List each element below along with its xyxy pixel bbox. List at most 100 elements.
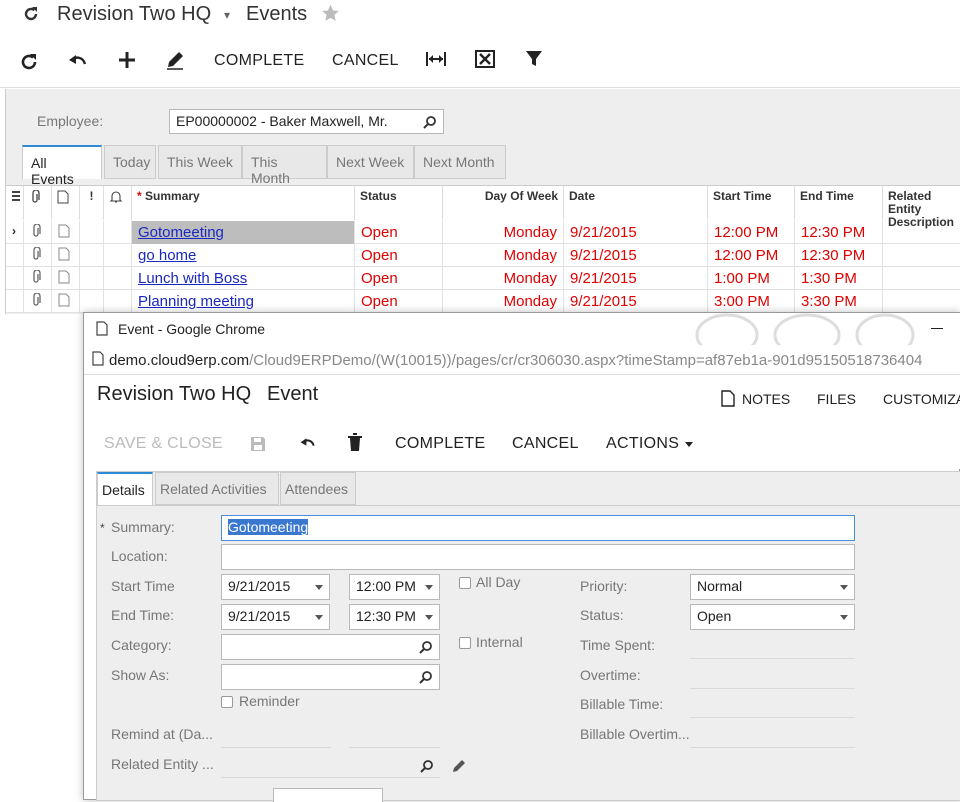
attachment-cell[interactable] [24,221,52,244]
row-selector[interactable] [6,290,24,313]
notes-cell[interactable] [52,290,80,313]
tab-next-week[interactable]: Next Week [327,145,414,179]
refresh-icon[interactable] [18,51,40,73]
table-row[interactable]: go home Open Monday 9/21/2015 12:00 PM 12:30 … [6,244,960,267]
priority-select[interactable]: Normal [690,574,855,600]
events-page: Employee: EP00000002 - Baker Maxwell, Mr… [5,89,960,314]
tab-all-events[interactable]: All Events [22,145,102,187]
undo-icon[interactable] [298,435,318,453]
complete-button[interactable]: COMPLETE [395,435,485,453]
note-icon [58,293,70,307]
date-cell-text: 9/21/2015 [570,247,637,264]
add-icon[interactable] [116,49,138,71]
tab-related-activities[interactable]: Related Activities [155,472,279,505]
summary-cell[interactable]: Gotomeeting [132,221,355,244]
fit-to-screen-icon[interactable] [425,48,447,70]
minimize-icon[interactable] [931,328,943,329]
tab-details[interactable]: Details [97,472,153,505]
start-time-header[interactable]: Start Time [708,186,795,220]
table-row[interactable]: › Gotomeeting Open Monday 9/21/2015 12:00 PM 1… [6,221,960,244]
tab-label: Attendees [285,481,349,497]
complete-button[interactable]: COMPLETE [214,52,304,70]
notes-cell[interactable] [52,221,80,244]
status-label: Status: [580,607,624,623]
delete-trash-icon[interactable] [347,433,363,452]
tab-label: Next Week [336,154,405,170]
all-day-checkbox[interactable] [459,577,471,589]
reminder-header [104,186,132,220]
row-selected-indicator[interactable]: › [6,221,24,244]
start-time-picker[interactable]: 12:00 PM [349,574,440,600]
form-toolbar: SAVE & CLOSE COMPLETE CANCEL ACTIONS [84,427,960,469]
reminder-checkbox[interactable] [221,696,233,708]
attachment-cell[interactable] [24,244,52,267]
attachment-cell[interactable] [24,290,52,313]
filter-icon[interactable] [523,48,545,70]
summary-cell[interactable]: Planning meeting [132,290,355,313]
internal-checkbox[interactable] [459,637,471,649]
notes-icon[interactable] [721,390,735,407]
end-time-picker[interactable]: 12:30 PM [349,604,440,630]
actions-menu[interactable]: ACTIONS [606,435,679,453]
customize-button[interactable]: CUSTOMIZA [883,391,960,407]
table-row[interactable]: Lunch with Boss Open Monday 9/21/2015 1:00 P… [6,267,960,290]
cancel-button[interactable]: CANCEL [512,435,579,453]
edit-pencil-icon[interactable] [451,758,467,774]
refresh-icon[interactable] [22,5,40,23]
end-date-value: 9/21/2015 [228,608,291,624]
row-selector[interactable] [6,267,24,290]
tab-this-month[interactable]: This Month [242,145,327,186]
summary-cell-text[interactable]: Lunch with Boss [138,270,247,287]
search-icon[interactable] [423,115,437,129]
save-close-button[interactable]: SAVE & CLOSE [104,435,223,453]
row-menu-header[interactable] [6,186,24,220]
cancel-button[interactable]: CANCEL [332,52,399,70]
undo-icon[interactable] [67,51,89,73]
notes-cell[interactable] [52,244,80,267]
row-selector[interactable] [6,244,24,267]
end-date-picker[interactable]: 9/21/2015 [221,604,330,630]
site-dropdown-icon[interactable]: ▾ [224,8,230,22]
summary-cell-text[interactable]: go home [138,247,196,264]
status-select[interactable]: Open [690,604,855,630]
search-icon[interactable] [420,759,434,773]
tab-today[interactable]: Today [104,145,156,179]
date-header[interactable]: Date [564,186,708,220]
remind-at-date[interactable] [221,726,331,748]
start-date-picker[interactable]: 9/21/2015 [221,574,330,600]
location-input[interactable] [221,544,855,570]
attachment-cell[interactable] [24,267,52,290]
summary-input[interactable]: Gotomeeting [221,515,855,541]
site-title[interactable]: Revision Two HQ [57,3,211,26]
category-selector[interactable] [221,634,440,660]
tab-next-month[interactable]: Next Month [414,145,506,179]
edit-pencil-icon[interactable] [164,49,186,71]
notes-cell[interactable] [52,267,80,290]
tab-this-week[interactable]: This Week [158,145,242,179]
summary-cell[interactable]: go home [132,244,355,267]
show-as-selector[interactable] [221,664,440,690]
end-time-header[interactable]: End Time [795,186,883,220]
search-icon[interactable] [419,670,433,684]
remind-at-time[interactable] [349,726,440,748]
related-entity-header[interactable]: Related Entity Description [883,186,960,229]
favorite-star-icon[interactable] [320,3,341,23]
save-icon[interactable] [249,435,267,453]
note-icon [57,190,69,204]
summary-header[interactable]: * Summary [132,186,355,220]
billable-time-value [690,696,855,718]
notes-button[interactable]: NOTES [742,391,790,407]
summary-cell-text[interactable]: Gotomeeting [138,224,224,241]
day-of-week-header[interactable]: Day Of Week [443,186,564,220]
status-header[interactable]: Status [355,186,443,220]
summary-cell-text[interactable]: Planning meeting [138,293,254,310]
summary-cell[interactable]: Lunch with Boss [132,267,355,290]
address-bar[interactable]: demo.cloud9erp.com/Cloud9ERPDemo/(W(1001… [84,345,960,375]
export-excel-icon[interactable] [474,48,496,70]
search-icon[interactable] [419,640,433,654]
tab-attendees[interactable]: Attendees [280,472,356,505]
files-button[interactable]: FILES [817,391,856,407]
employee-selector[interactable]: EP00000002 - Baker Maxwell, Mr. [169,109,444,134]
related-entity-selector[interactable] [221,756,440,778]
table-row[interactable]: Planning meeting Open Monday 9/21/2015 3:00 … [6,290,960,313]
